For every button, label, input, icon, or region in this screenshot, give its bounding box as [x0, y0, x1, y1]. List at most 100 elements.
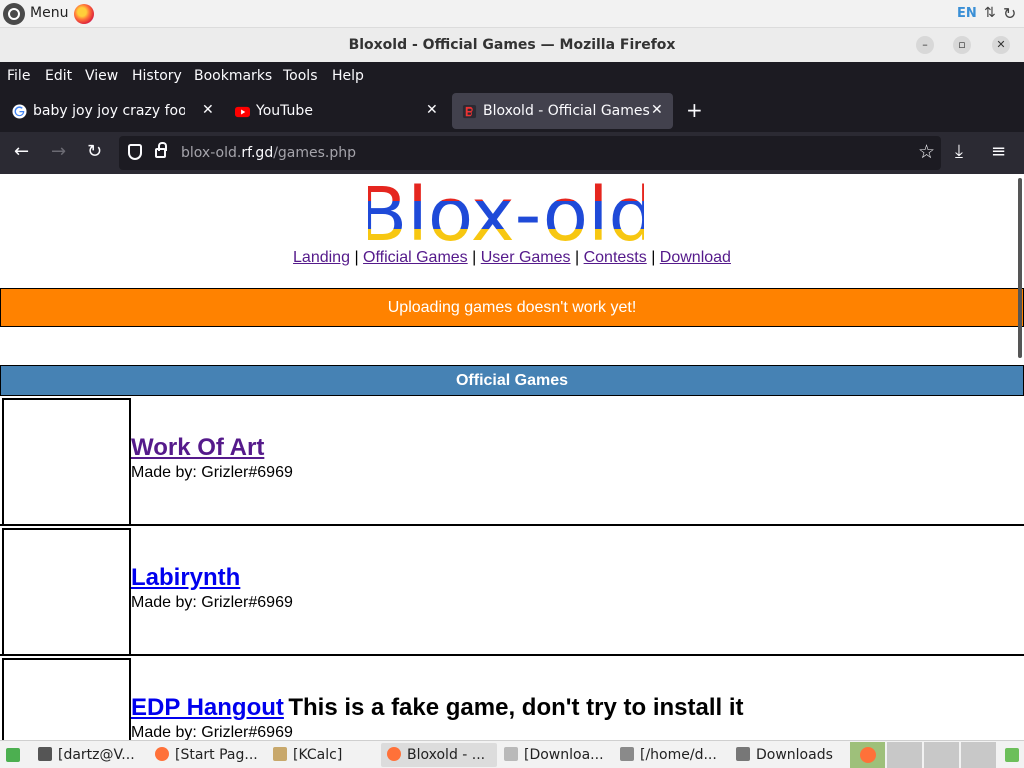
game-info: Work Of Art Made by: Grizler#6969	[131, 434, 293, 482]
game-title-link[interactable]: EDP Hangout	[131, 694, 284, 721]
terminal-icon	[38, 747, 52, 761]
nav-separator: |	[472, 249, 477, 266]
taskbar-item-home-folder[interactable]: [/home/d...	[620, 743, 728, 767]
taskbar-item-label: [Start Pag...	[175, 747, 258, 763]
firefox-launcher-icon[interactable]	[74, 4, 94, 24]
nav-link-landing[interactable]: Landing	[293, 249, 350, 266]
tab-close-icon[interactable]: ✕	[651, 102, 663, 118]
folder-icon	[736, 747, 750, 761]
taskbar-item-label: [Downloa...	[524, 747, 604, 763]
menu-help[interactable]: Help	[332, 68, 364, 84]
game-thumbnail[interactable]	[2, 658, 131, 740]
tab-label: YouTube	[256, 103, 313, 119]
game-row: Work Of Art Made by: Grizler#6969	[0, 396, 1024, 526]
bookmark-star-icon[interactable]: ☆	[918, 141, 935, 163]
menu-bookmarks[interactable]: Bookmarks	[194, 68, 272, 84]
game-author: Made by: Grizler#6969	[131, 464, 293, 481]
game-thumbnail[interactable]	[2, 528, 131, 656]
game-thumbnail[interactable]	[2, 398, 131, 526]
game-author: Made by: Grizler#6969	[131, 594, 293, 611]
game-author: Made by: Grizler#6969	[131, 724, 293, 740]
notice-banner: Uploading games doesn't work yet!	[0, 288, 1024, 327]
nav-separator: |	[354, 249, 359, 266]
menu-history[interactable]: History	[132, 68, 182, 84]
nav-link-contests[interactable]: Contests	[584, 249, 647, 266]
bloxold-icon	[462, 104, 477, 119]
close-window-button[interactable]: ✕	[992, 36, 1010, 54]
game-title-link[interactable]: Work Of Art	[131, 434, 264, 461]
start-menu-icon[interactable]	[3, 3, 25, 25]
nav-link-official-games[interactable]: Official Games	[363, 249, 468, 266]
tab-youtube[interactable]: YouTube ✕	[225, 93, 447, 129]
taskbar-item-bloxold[interactable]: Bloxold - ...	[381, 743, 497, 767]
menu-file[interactable]: File	[7, 68, 30, 84]
taskbar-item-downloads[interactable]: Downloads	[736, 743, 846, 767]
keyboard-layout-indicator[interactable]: EN	[957, 6, 977, 21]
show-desktop-button[interactable]	[2, 743, 24, 767]
workspace-2[interactable]	[887, 742, 923, 768]
taskbar-item-terminal[interactable]: [dartz@V...	[38, 743, 150, 767]
games-table-header: Official Games	[0, 365, 1024, 396]
google-icon	[12, 104, 27, 119]
taskbar-item-label: Bloxold - ...	[407, 747, 486, 763]
reload-button[interactable]: ↻	[87, 142, 102, 162]
system-top-panel: Menu EN ⇅ ↻	[0, 0, 1024, 28]
menu-edit[interactable]: Edit	[45, 68, 72, 84]
trash-applet[interactable]	[1002, 743, 1022, 767]
file-manager-icon	[620, 747, 634, 761]
menu-tools[interactable]: Tools	[283, 68, 318, 84]
url-text[interactable]: blox-old.rf.gd/games.php	[181, 145, 356, 161]
tab-google-search[interactable]: baby joy joy crazy food - G ✕	[2, 93, 220, 129]
downloads-button[interactable]: ⤓	[955, 142, 963, 162]
minimize-button[interactable]: –	[916, 36, 934, 54]
game-info: EDP Hangout This is a fake game, don't t…	[131, 694, 744, 740]
menu-view[interactable]: View	[85, 68, 118, 84]
forward-button[interactable]: →	[51, 142, 66, 162]
update-manager-icon[interactable]: ↻	[1003, 4, 1016, 23]
window-titlebar[interactable]: Bloxold - Official Games — Mozilla Firef…	[0, 28, 1024, 62]
game-note: This is a fake game, don't try to instal…	[288, 694, 744, 721]
nav-link-user-games[interactable]: User Games	[481, 249, 571, 266]
url-path: /games.php	[273, 145, 357, 161]
workspace-3[interactable]	[924, 742, 960, 768]
tab-close-icon[interactable]: ✕	[202, 102, 214, 118]
desktop-icon	[6, 748, 20, 762]
tracking-protection-shield-icon[interactable]	[128, 144, 142, 160]
taskbar-item-label: [dartz@V...	[58, 747, 135, 763]
maximize-button[interactable]: ▫	[953, 36, 971, 54]
app-menu-button[interactable]: ≡	[991, 142, 1006, 162]
taskbar-item-start-page[interactable]: [Start Pag...	[155, 743, 267, 767]
workspace-4[interactable]	[961, 742, 997, 768]
url-host-main: rf.gd	[241, 145, 274, 161]
back-button[interactable]: ←	[14, 142, 29, 162]
taskbar-item-label: [/home/d...	[640, 747, 717, 763]
tab-close-icon[interactable]: ✕	[426, 102, 438, 118]
tab-label: Bloxold - Official Games	[483, 103, 650, 119]
site-lock-icon[interactable]	[155, 142, 167, 158]
tab-bar: baby joy joy crazy food - G ✕ YouTube ✕ …	[0, 90, 1024, 132]
taskbar-item-label: Downloads	[756, 747, 833, 763]
taskbar-item-label: [KCalc]	[293, 747, 343, 763]
nav-separator: |	[651, 249, 656, 266]
navigation-toolbar: ← → ↻ blox-old.rf.gd/games.php ☆ ⤓ ≡	[0, 132, 1024, 174]
url-host-prefix: blox-old.	[181, 145, 242, 161]
new-tab-button[interactable]: +	[686, 98, 703, 122]
address-bar[interactable]: blox-old.rf.gd/games.php ☆	[119, 136, 941, 170]
site-nav: Landing | Official Games | User Games | …	[0, 249, 1024, 267]
nav-link-download[interactable]: Download	[660, 249, 731, 266]
game-title-link[interactable]: Labirynth	[131, 564, 240, 591]
tab-bloxold-official-games[interactable]: Bloxold - Official Games ✕	[452, 93, 673, 129]
youtube-icon	[235, 106, 250, 118]
nav-separator: |	[574, 249, 580, 266]
start-menu-label[interactable]: Menu	[30, 5, 68, 21]
firefox-icon	[155, 747, 169, 761]
page-scrollbar[interactable]	[1018, 178, 1022, 358]
folder-icon	[504, 747, 518, 761]
taskbar-item-downloads-dialog[interactable]: [Downloa...	[504, 743, 614, 767]
logo-text: Blox-old	[368, 176, 644, 248]
workspace-1[interactable]	[850, 742, 886, 768]
network-icon[interactable]: ⇅	[984, 5, 998, 23]
blox-old-logo[interactable]: Blox-old	[368, 176, 644, 248]
game-row: Labirynth Made by: Grizler#6969	[0, 526, 1024, 656]
taskbar-item-kcalc[interactable]: [KCalc]	[273, 743, 373, 767]
